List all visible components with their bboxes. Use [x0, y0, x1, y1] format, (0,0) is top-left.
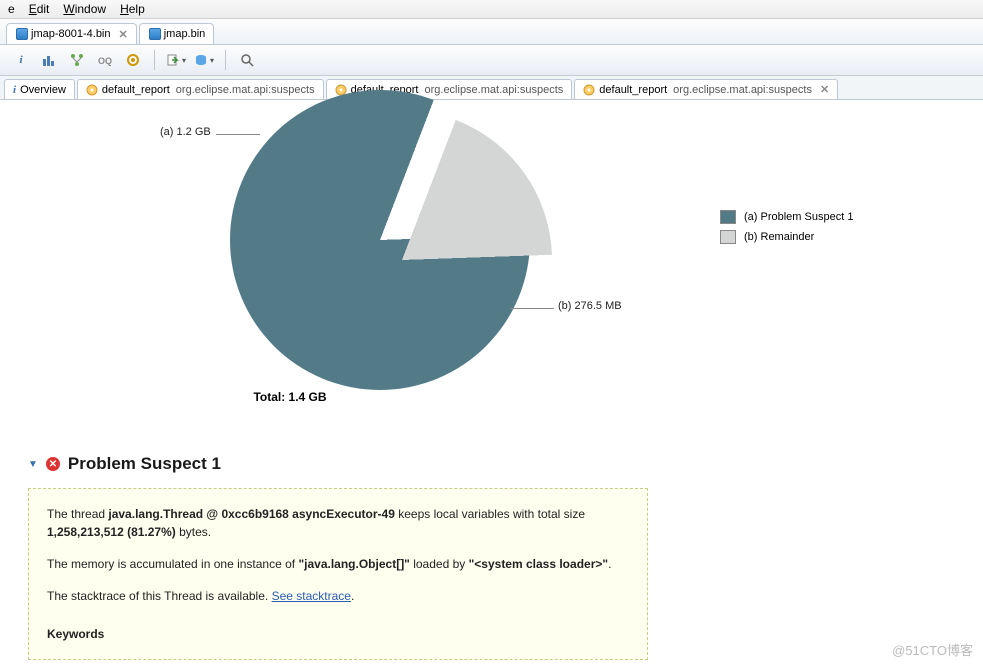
report-paragraph-1: The thread java.lang.Thread @ 0xcc6b9168… — [47, 505, 629, 541]
callout-a: (a) 1.2 GB — [160, 126, 211, 138]
tab-overview[interactable]: i Overview — [4, 79, 75, 99]
editor-tabs: jmap-8001-4.bin ✕ jmap.bin — [0, 19, 983, 45]
editor-tab-label: jmap.bin — [164, 28, 206, 40]
editor-tab-jmap-8001-4[interactable]: jmap-8001-4.bin ✕ — [6, 23, 137, 44]
tab-suspects-3[interactable]: default_report org.eclipse.mat.api:suspe… — [574, 79, 838, 99]
menu-file[interactable]: e — [8, 2, 15, 16]
histogram-button[interactable] — [38, 49, 60, 71]
watermark: @51CTO博客 — [892, 640, 973, 659]
info-icon: i — [13, 84, 16, 96]
see-stacktrace-link[interactable]: See stacktrace — [272, 589, 351, 603]
thread-button[interactable] — [122, 49, 144, 71]
legend-label: (b) Remainder — [744, 231, 814, 243]
tab-label: default_report — [102, 84, 170, 96]
menu-edit[interactable]: Edit — [29, 2, 50, 16]
info-button[interactable]: i — [10, 49, 32, 71]
error-icon: ✕ — [46, 457, 60, 471]
editor-tab-jmap[interactable]: jmap.bin — [139, 23, 215, 44]
menu-window[interactable]: Window — [63, 2, 106, 16]
keywords-heading: Keywords — [47, 625, 629, 643]
callout-b: (b) 276.5 MB — [558, 300, 622, 312]
pie-graphic — [230, 90, 530, 390]
tab-label: default_report — [599, 84, 667, 96]
editor-tab-label: jmap-8001-4.bin — [31, 28, 111, 40]
callout-line — [216, 134, 260, 135]
close-icon[interactable]: ✕ — [119, 28, 128, 41]
report-paragraph-3: The stacktrace of this Thread is availab… — [47, 587, 629, 605]
report-content: (a) 1.2 GB (b) 276.5 MB (a) Problem Susp… — [0, 100, 983, 660]
legend-item-a: (a) Problem Suspect 1 — [720, 210, 853, 224]
chart-total: Total: 1.4 GB — [20, 390, 560, 404]
section-title: Problem Suspect 1 — [68, 454, 221, 474]
toolbar-separator — [154, 50, 155, 70]
pie-slice-remainder — [252, 110, 552, 410]
run-report-button[interactable] — [165, 49, 187, 71]
heap-dump-icon — [15, 27, 27, 41]
chart-legend: (a) Problem Suspect 1 (b) Remainder — [720, 210, 853, 250]
legend-label: (a) Problem Suspect 1 — [744, 211, 853, 223]
toolbar-separator — [225, 50, 226, 70]
legend-item-b: (b) Remainder — [720, 230, 853, 244]
gear-icon — [86, 84, 98, 96]
section-header: ▼ ✕ Problem Suspect 1 — [28, 454, 983, 474]
suspect-report-box: The thread java.lang.Thread @ 0xcc6b9168… — [28, 488, 648, 660]
tab-sublabel: org.eclipse.mat.api:suspects — [673, 84, 812, 96]
menu-bar: e Edit Window Help — [0, 0, 983, 19]
search-button[interactable] — [236, 49, 258, 71]
dominator-tree-button[interactable] — [66, 49, 88, 71]
heap-dump-icon — [148, 27, 160, 41]
legend-swatch — [720, 230, 736, 244]
pie-chart: (a) 1.2 GB (b) 276.5 MB (a) Problem Susp… — [20, 100, 983, 410]
legend-swatch — [720, 210, 736, 224]
svg-text:OQL: OQL — [98, 56, 112, 66]
oql-button[interactable]: OQL — [94, 49, 116, 71]
collapse-icon[interactable]: ▼ — [28, 459, 38, 470]
query-browser-button[interactable] — [193, 49, 215, 71]
report-paragraph-2: The memory is accumulated in one instanc… — [47, 555, 629, 573]
tab-label: Overview — [20, 84, 66, 96]
close-icon[interactable]: ✕ — [820, 83, 829, 96]
callout-line — [510, 308, 554, 309]
gear-icon — [583, 84, 595, 96]
toolbar: i OQL — [0, 45, 983, 76]
menu-help[interactable]: Help — [120, 2, 145, 16]
